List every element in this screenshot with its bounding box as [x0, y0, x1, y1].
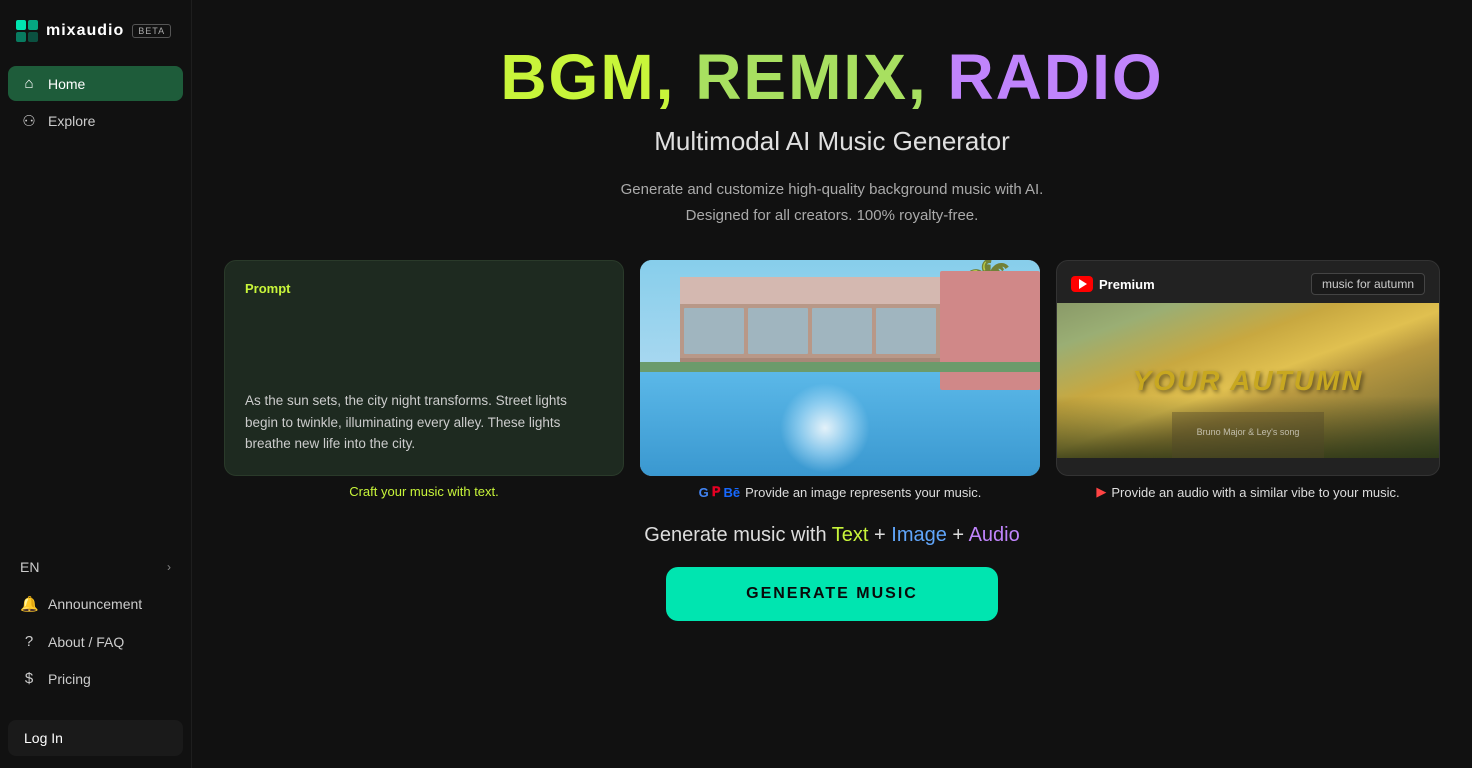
audio-caption-icon: ▶ [1096, 484, 1106, 500]
audio-card[interactable]: Premium music for autumn YOUR AUTUMN Bru… [1056, 260, 1440, 476]
audio-card-label: ▶ Provide an audio with a similar vibe t… [1056, 484, 1440, 500]
about-label: About / FAQ [48, 634, 124, 650]
sidebar-item-about[interactable]: ? About / FAQ [8, 624, 183, 659]
question-icon: ? [20, 633, 38, 650]
youtube-icon [1071, 276, 1093, 292]
image-caption: Provide an image represents your music. [745, 485, 981, 500]
youtube-premium-label: Premium [1099, 277, 1155, 292]
pool-splash [780, 383, 870, 473]
title-radio: RADIO [928, 41, 1164, 113]
language-code: EN [20, 559, 39, 575]
sidebar-bottom: EN › 🔔 Announcement ? About / FAQ $ Pric… [0, 542, 191, 712]
cards-row: Prompt As the sun sets, the city night t… [232, 260, 1432, 500]
sidebar-item-explore-label: Explore [48, 113, 95, 129]
logo-area: mixaudio BETA [0, 0, 191, 62]
image-card[interactable]: 🌴 [640, 260, 1040, 476]
audio-highlight: Audio [969, 524, 1020, 546]
audio-caption: Provide an audio with a similar vibe to … [1111, 485, 1399, 500]
sidebar-item-announcement[interactable]: 🔔 Announcement [8, 586, 183, 622]
home-icon: ⌂ [20, 75, 38, 92]
play-icon [1079, 279, 1087, 289]
ground-strip [640, 362, 1040, 373]
youtube-badge: Premium [1071, 276, 1155, 292]
behance-icon: Bē [724, 485, 741, 500]
audio-card-col: Premium music for autumn YOUR AUTUMN Bru… [1056, 260, 1440, 500]
sidebar-item-pricing[interactable]: $ Pricing [8, 661, 183, 696]
image-card-col: 🌴 G 𝐏 Bē Provide an image rep [640, 260, 1040, 500]
sidebar-item-explore[interactable]: ⚇ Explore [8, 103, 183, 139]
generate-music-button[interactable]: GENERATE MUSIC [666, 567, 998, 621]
text-highlight: Text [832, 524, 869, 546]
generate-text: Generate music with Text + Image + Audio [644, 524, 1019, 547]
sidebar-item-home[interactable]: ⌂ Home [8, 66, 183, 101]
title-bgm: BGM, [500, 41, 675, 113]
sidebar: mixaudio BETA ⌂ Home ⚇ Explore EN › 🔔 An… [0, 0, 192, 768]
language-selector[interactable]: EN › [8, 550, 183, 584]
autumn-subtitle: Bruno Major & Ley's song [1197, 427, 1300, 438]
prompt-label: Prompt [245, 281, 603, 296]
prompt-caption: Craft your music with text. [349, 484, 499, 499]
audio-search-tag: music for autumn [1311, 273, 1425, 295]
logo-text: mixaudio [46, 22, 124, 40]
sidebar-nav: ⌂ Home ⚇ Explore [0, 62, 191, 542]
logo-icon [16, 20, 38, 42]
image-card-inner: 🌴 [640, 260, 1040, 476]
prompt-text: As the sun sets, the city night transfor… [245, 390, 603, 455]
login-button[interactable]: Log In [8, 720, 183, 756]
generate-section: Generate music with Text + Image + Audio… [644, 524, 1019, 621]
autumn-title-text: YOUR AUTUMN [1133, 364, 1364, 398]
generate-text-prefix: Generate music with [644, 524, 826, 546]
dollar-icon: $ [20, 670, 38, 687]
image-highlight: Image [891, 524, 947, 546]
google-icon: G [699, 485, 709, 500]
hero-subtitle: Multimodal AI Music Generator [654, 126, 1009, 157]
hero-title: BGM, REMIX, RADIO [500, 40, 1163, 114]
audio-thumbnail: YOUR AUTUMN Bruno Major & Ley's song [1057, 303, 1439, 458]
sidebar-item-home-label: Home [48, 76, 85, 92]
pinterest-icon: 𝐏 [712, 484, 721, 500]
hero-description: Generate and customize high-quality back… [621, 177, 1044, 228]
chevron-right-icon: › [167, 560, 171, 574]
prompt-card-label: Craft your music with text. [224, 484, 624, 499]
title-remix: REMIX, [675, 41, 927, 113]
bell-icon: 🔔 [20, 595, 38, 613]
prompt-card[interactable]: Prompt As the sun sets, the city night t… [224, 260, 624, 476]
image-card-label: G 𝐏 Bē Provide an image represents your … [640, 484, 1040, 500]
audio-card-header: Premium music for autumn [1057, 261, 1439, 303]
pricing-label: Pricing [48, 671, 91, 687]
announcement-label: Announcement [48, 596, 142, 612]
main-content: BGM, REMIX, RADIO Multimodal AI Music Ge… [192, 0, 1472, 768]
prompt-card-col: Prompt As the sun sets, the city night t… [224, 260, 624, 500]
explore-icon: ⚇ [20, 112, 38, 130]
beta-badge: BETA [132, 24, 171, 38]
